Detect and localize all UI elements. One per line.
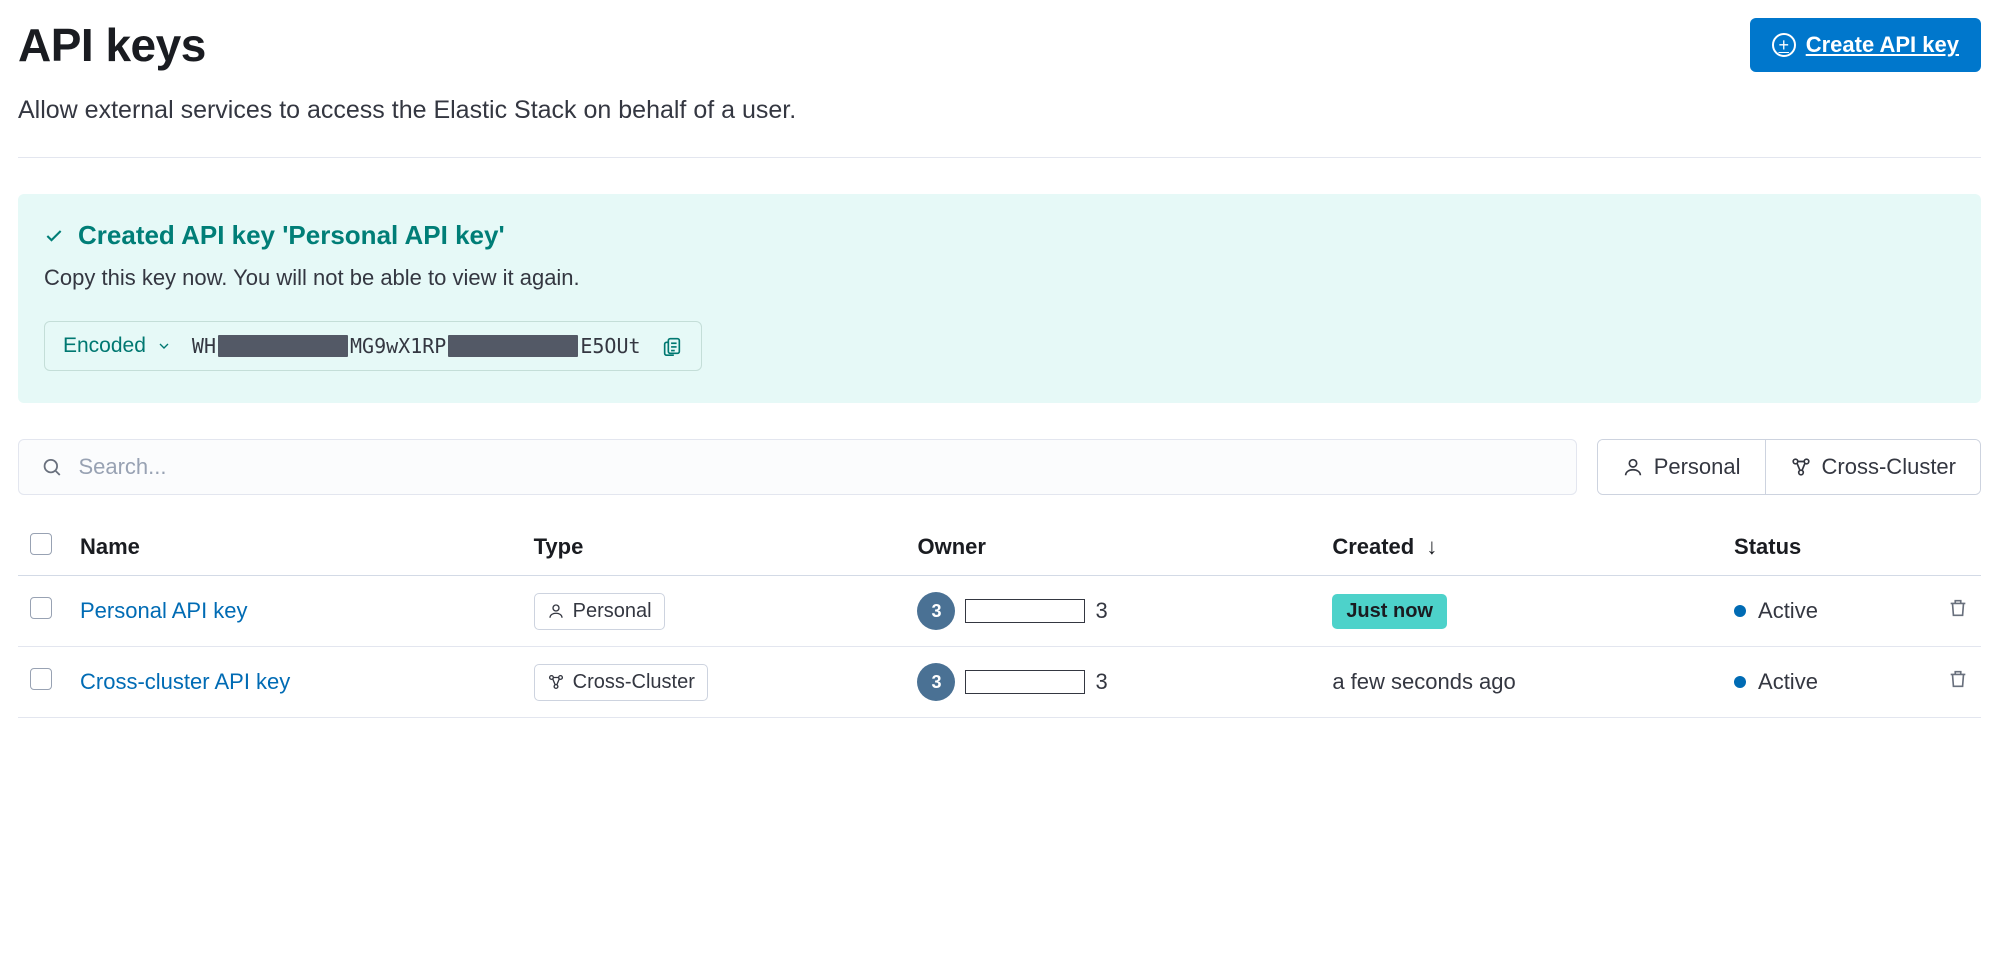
status-label: Active: [1758, 669, 1818, 695]
search-input[interactable]: [78, 454, 1553, 480]
page-title: API keys: [18, 18, 206, 72]
col-status[interactable]: Status: [1722, 519, 1931, 576]
cluster-icon: [547, 673, 565, 691]
created-badge: Just now: [1332, 594, 1447, 629]
status-dot-icon: [1734, 605, 1746, 617]
avatar: 3: [917, 663, 955, 701]
page-subtitle: Allow external services to access the El…: [18, 96, 1981, 125]
redacted-owner: [965, 599, 1085, 623]
divider: [18, 157, 1981, 158]
trash-icon[interactable]: [1947, 668, 1969, 690]
check-icon: [44, 226, 64, 246]
redacted-owner: [965, 670, 1085, 694]
status-label: Active: [1758, 598, 1818, 624]
filter-cross-cluster-button[interactable]: Cross-Cluster: [1765, 440, 1980, 494]
key-suffix: E5OUt: [580, 334, 640, 358]
plus-circle-icon: +: [1772, 33, 1796, 57]
filter-personal-button[interactable]: Personal: [1598, 440, 1765, 494]
select-all-checkbox[interactable]: [30, 533, 52, 555]
table-row: Personal API keyPersonal33Just nowActive: [18, 576, 1981, 647]
col-created[interactable]: Created ↓: [1320, 519, 1722, 576]
col-created-label: Created: [1332, 534, 1414, 559]
row-checkbox[interactable]: [30, 597, 52, 619]
created-text: a few seconds ago: [1332, 669, 1515, 694]
user-icon: [547, 602, 565, 620]
type-badge: Cross-Cluster: [534, 664, 708, 701]
filter-personal-label: Personal: [1654, 454, 1741, 480]
redacted-segment: [218, 335, 348, 357]
sort-desc-icon: ↓: [1426, 534, 1437, 560]
col-type[interactable]: Type: [522, 519, 906, 576]
api-key-name-link[interactable]: Cross-cluster API key: [80, 669, 290, 694]
copy-icon[interactable]: [661, 335, 683, 357]
key-display-box: Encoded WH MG9wX1RP E5OUt: [44, 321, 702, 371]
cluster-icon: [1790, 456, 1812, 478]
callout-subtext: Copy this key now. You will not be able …: [44, 265, 1955, 291]
status-dot-icon: [1734, 676, 1746, 688]
encoding-label: Encoded: [63, 334, 146, 358]
encoding-selector[interactable]: Encoded: [63, 334, 172, 358]
owner-suffix: 3: [1095, 598, 1107, 624]
create-button-label: Create API key: [1806, 32, 1959, 58]
filter-cross-cluster-label: Cross-Cluster: [1822, 454, 1956, 480]
key-mid: MG9wX1RP: [350, 334, 446, 358]
col-owner[interactable]: Owner: [905, 519, 1320, 576]
filter-group: Personal Cross-Cluster: [1597, 439, 1981, 495]
search-icon: [41, 456, 62, 478]
created-key-callout: Created API key 'Personal API key' Copy …: [18, 194, 1981, 403]
col-name[interactable]: Name: [68, 519, 522, 576]
status-cell: Active: [1734, 598, 1919, 624]
chevron-down-icon: [156, 338, 172, 354]
search-box[interactable]: [18, 439, 1577, 495]
owner-cell: 33: [917, 592, 1308, 630]
redacted-segment: [448, 335, 578, 357]
api-keys-table: Name Type Owner Created ↓ Status Persona…: [18, 519, 1981, 718]
owner-cell: 33: [917, 663, 1308, 701]
trash-icon[interactable]: [1947, 597, 1969, 619]
table-row: Cross-cluster API keyCross-Cluster33a fe…: [18, 647, 1981, 718]
type-badge: Personal: [534, 593, 665, 630]
row-checkbox[interactable]: [30, 668, 52, 690]
create-api-key-button[interactable]: + Create API key: [1750, 18, 1981, 72]
callout-title: Created API key 'Personal API key': [78, 220, 505, 251]
api-key-value: WH MG9wX1RP E5OUt: [192, 334, 641, 358]
status-cell: Active: [1734, 669, 1919, 695]
owner-suffix: 3: [1095, 669, 1107, 695]
key-prefix: WH: [192, 334, 216, 358]
api-key-name-link[interactable]: Personal API key: [80, 598, 248, 623]
user-icon: [1622, 456, 1644, 478]
avatar: 3: [917, 592, 955, 630]
